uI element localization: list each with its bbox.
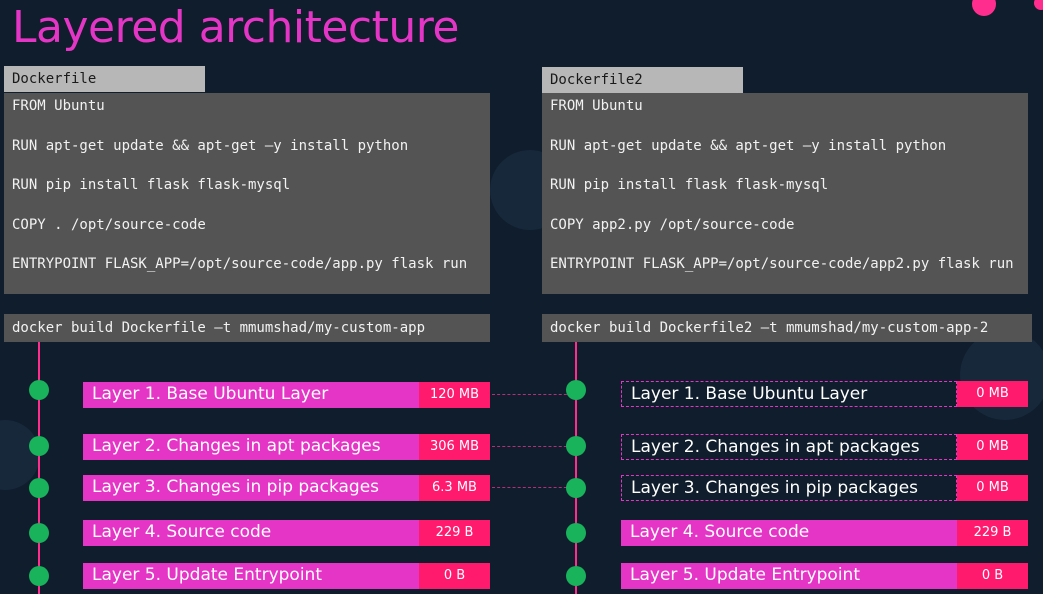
code-line: RUN apt-get update && apt-get –y install… [550,137,947,154]
dockerfile2-code-block: FROM Ubuntu RUN apt-get update && apt-ge… [542,93,1028,294]
layer-node [29,478,49,498]
decorative-dot [1034,0,1043,10]
layer-node [566,523,586,543]
layer-bar-cached: Layer 3. Changes in pip packages [621,475,957,501]
layer-bar: Layer 5. Update Entrypoint [83,563,419,589]
layer-bar: Layer 4. Source code [83,520,419,546]
layer-size: 120 MB [419,382,490,408]
layer-size: 0 MB [957,434,1028,460]
layer-connector [492,487,572,488]
code-line: RUN pip install flask flask-mysql [12,177,291,193]
layer-bar: Layer 4. Source code [621,520,957,546]
layer-size: 306 MB [419,434,490,460]
layer-node [566,478,586,498]
layer-bar-cached: Layer 2. Changes in apt packages [621,434,957,460]
build-command: docker build Dockerfile2 –t mmumshad/my-… [542,314,1032,342]
layer-bar: Layer 2. Changes in apt packages [83,434,419,460]
layer-bar: Layer 1. Base Ubuntu Layer [83,382,419,408]
page-title: Layered architecture [12,2,459,53]
layer-connector [492,446,572,447]
layer-node [29,566,49,586]
layer-bar: Layer 5. Update Entrypoint [621,563,957,589]
layer-node [566,436,586,456]
code-line: COPY . /opt/source-code [12,216,206,233]
layer-node [566,380,586,400]
layer-bar-cached: Layer 1. Base Ubuntu Layer [621,381,957,407]
build-command: docker build Dockerfile –t mmumshad/my-c… [4,314,490,342]
layer-size: 0 MB [957,381,1028,407]
layer-node [29,436,49,456]
code-line: ENTRYPOINT FLASK_APP=/opt/source-code/ap… [550,256,1014,272]
dockerfile2-tab: Dockerfile2 [542,67,743,93]
layer-size: 0 B [419,563,490,589]
layer-bar: Layer 3. Changes in pip packages [83,475,419,501]
layer-size: 229 B [957,520,1028,546]
layer-size: 0 B [957,563,1028,589]
code-line: FROM Ubuntu [12,98,105,114]
layer-node [566,566,586,586]
code-line: COPY app2.py /opt/source-code [550,216,795,233]
dockerfile-tab: Dockerfile [4,66,205,92]
layer-node [29,523,49,543]
layer-size: 0 MB [957,475,1028,501]
code-line: FROM Ubuntu [550,98,643,114]
layer-node [29,380,49,400]
code-line: RUN apt-get update && apt-get –y install… [12,137,409,154]
layer-size: 6.3 MB [419,475,490,501]
code-line: RUN pip install flask flask-mysql [550,177,829,193]
dockerfile-code-block: FROM Ubuntu RUN apt-get update && apt-ge… [4,93,490,294]
decorative-dot [972,0,996,16]
code-line: ENTRYPOINT FLASK_APP=/opt/source-code/ap… [12,256,468,272]
layer-size: 229 B [419,520,490,546]
layer-connector [492,394,572,395]
